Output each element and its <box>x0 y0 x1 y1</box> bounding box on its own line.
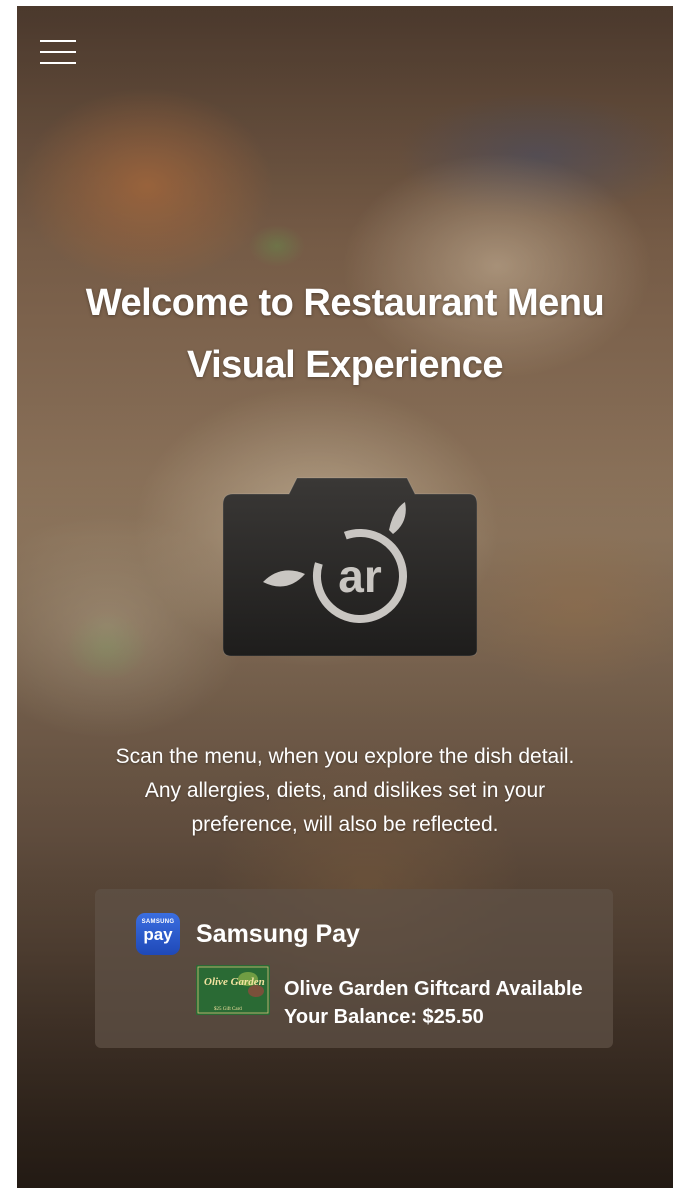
description-line-3: preference, will also be reflected. <box>191 813 499 836</box>
ar-camera-text: ar <box>338 550 382 602</box>
samsung-pay-card[interactable]: SAMSUNG pay Samsung Pay Olive Garden $25… <box>95 889 613 1048</box>
ar-camera-icon[interactable]: ar <box>223 472 477 656</box>
hamburger-menu-icon[interactable] <box>40 40 76 66</box>
page-title: Welcome to Restaurant Menu Visual Experi… <box>17 272 673 396</box>
giftcard-brand-text: Olive Garden <box>204 976 265 988</box>
olive-garden-giftcard-image: Olive Garden $25 Gift Card <box>196 965 270 1015</box>
samsung-pay-logo-big: pay <box>143 925 173 944</box>
samsung-pay-title: Samsung Pay <box>196 920 360 948</box>
description-line-1: Scan the menu, when you explore the dish… <box>115 745 575 768</box>
title-line-1: Welcome to Restaurant Menu <box>85 282 605 324</box>
samsung-pay-logo: SAMSUNG pay <box>136 913 180 955</box>
giftcard-value-text: $25 Gift Card <box>214 1007 242 1012</box>
giftcard-balance-label: Your Balance: $25.50 <box>284 1006 484 1028</box>
description-line-2: Any allergies, diets, and dislikes set i… <box>144 779 546 802</box>
giftcard-available-label: Olive Garden Giftcard Available <box>284 978 583 1000</box>
app-screen: Welcome to Restaurant Menu Visual Experi… <box>17 6 673 1188</box>
title-line-2: Visual Experience <box>186 344 504 386</box>
description-text: Scan the menu, when you explore the dish… <box>57 740 633 842</box>
